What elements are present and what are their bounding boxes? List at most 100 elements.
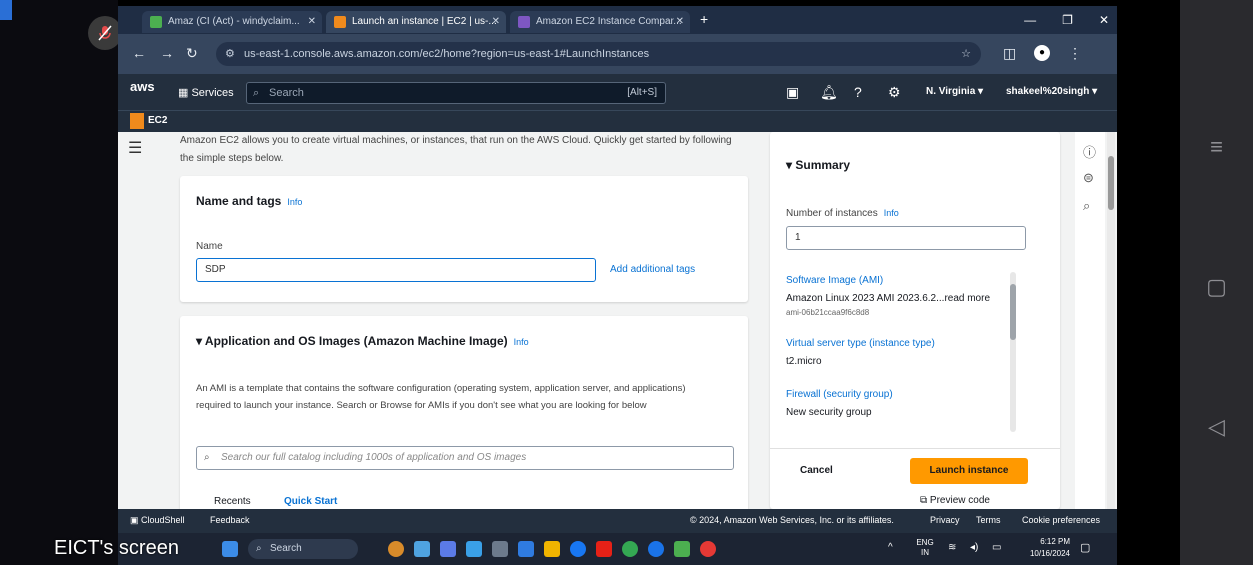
- app-icon[interactable]: [700, 541, 716, 557]
- software-image-link[interactable]: Software Image (AMI): [786, 275, 883, 286]
- chevron-up-icon[interactable]: ^: [888, 542, 893, 553]
- ami-panel: ▾ Application and OS Images (Amazon Mach…: [180, 316, 748, 509]
- summary-scrollbar[interactable]: [1010, 272, 1016, 432]
- firewall-link[interactable]: Firewall (security group): [786, 389, 893, 400]
- hamburger-icon[interactable]: ☰: [128, 138, 142, 158]
- extensions-icon[interactable]: ◫: [1003, 45, 1016, 62]
- info-circle-icon[interactable]: ⓘ: [1083, 142, 1096, 161]
- minimize-icon[interactable]: —: [1024, 13, 1036, 27]
- tab-recents[interactable]: Recents: [214, 496, 251, 507]
- tab-quick-start[interactable]: Quick Start: [284, 496, 337, 507]
- info-link[interactable]: Info: [884, 208, 899, 218]
- cancel-button[interactable]: Cancel: [800, 465, 833, 476]
- search-icon: ⌕: [253, 87, 260, 99]
- edge-icon[interactable]: [648, 541, 664, 557]
- volume-icon[interactable]: ◂): [970, 542, 978, 553]
- forward-arrow-icon[interactable]: →: [160, 45, 174, 61]
- tab-label: Amaz (CI (Act) - windyclaim...: [168, 16, 300, 27]
- terms-link[interactable]: Terms: [976, 515, 1001, 525]
- info-link[interactable]: Info: [287, 197, 302, 207]
- notification-icon[interactable]: ▢: [1080, 541, 1090, 554]
- url-field[interactable]: ⚙ us-east-1.console.aws.amazon.com/ec2/h…: [216, 42, 981, 66]
- kebab-menu-icon[interactable]: ⋮: [1068, 45, 1082, 62]
- clock-time: 6:12 PM: [1040, 537, 1070, 546]
- account-menu[interactable]: shakeel%20singh ▾: [1006, 86, 1097, 97]
- browser-tab-active[interactable]: Launch an instance | EC2 | us-... ✕: [326, 11, 506, 33]
- preview-code-button[interactable]: ⧉ Preview code: [920, 495, 990, 506]
- windows-start-icon[interactable]: [222, 541, 238, 557]
- tutorial-icon[interactable]: ⌕: [1083, 198, 1090, 214]
- shared-screen-label: EICT's screen: [54, 537, 179, 559]
- clock-date: 10/16/2024: [1029, 549, 1070, 558]
- ami-search-input[interactable]: ⌕ Search our full catalog including 1000…: [196, 446, 734, 470]
- phone-nav-bar: ≡ ▢ ◁: [1180, 0, 1253, 565]
- aws-logo[interactable]: aws: [130, 80, 155, 93]
- close-icon[interactable]: ✕: [308, 11, 316, 33]
- info-link[interactable]: Info: [514, 337, 529, 347]
- mail-icon[interactable]: [466, 541, 482, 557]
- cloudshell-link[interactable]: ▣ CloudShell: [130, 515, 185, 526]
- back-arrow-icon[interactable]: ←: [132, 45, 146, 61]
- close-icon[interactable]: ✕: [492, 11, 500, 33]
- chevron-down-icon[interactable]: ▾: [786, 158, 795, 172]
- menu-icon[interactable]: ≡: [1180, 134, 1253, 160]
- name-tags-panel: Name and tags Info Name SDP Add additiona…: [180, 176, 748, 302]
- back-icon[interactable]: ◁: [1180, 414, 1253, 440]
- copyright: © 2024, Amazon Web Services, Inc. or its…: [690, 515, 894, 525]
- browser-tab[interactable]: Amaz (CI (Act) - windyclaim... ✕: [142, 11, 322, 33]
- battery-icon[interactable]: ▭: [992, 542, 1001, 553]
- refresh-icon[interactable]: ⊜: [1083, 170, 1094, 186]
- feedback-link[interactable]: Feedback: [210, 515, 250, 525]
- instance-type-link[interactable]: Virtual server type (instance type): [786, 338, 935, 349]
- profile-icon[interactable]: ●: [1034, 45, 1050, 61]
- close-window-icon[interactable]: ✕: [1099, 13, 1109, 27]
- cookie-preferences-link[interactable]: Cookie preferences: [1022, 515, 1100, 525]
- ec2-service-label[interactable]: EC2: [148, 115, 167, 126]
- name-input[interactable]: SDP: [196, 258, 596, 282]
- tab-favicon-icon: [518, 16, 530, 28]
- browser-tab[interactable]: Amazon EC2 Instance Compar... ✕: [510, 11, 690, 33]
- wifi-icon[interactable]: ≋: [948, 542, 956, 553]
- grid-icon: ▦: [178, 87, 192, 99]
- site-info-icon[interactable]: ⚙: [225, 42, 235, 66]
- reload-icon[interactable]: ↻: [186, 45, 198, 62]
- file-explorer-icon[interactable]: [492, 541, 508, 557]
- close-icon[interactable]: ✕: [676, 11, 684, 33]
- privacy-link[interactable]: Privacy: [930, 515, 960, 525]
- app-icon[interactable]: [674, 541, 690, 557]
- chevron-down-icon[interactable]: ▾: [196, 334, 205, 348]
- page-scrollbar[interactable]: [1107, 132, 1115, 509]
- num-instances-input[interactable]: 1: [786, 226, 1026, 250]
- clock[interactable]: 6:12 PM 10/16/2024: [1018, 536, 1070, 560]
- bell-icon[interactable]: 🔔︎: [820, 84, 838, 101]
- new-tab-button[interactable]: +: [700, 11, 708, 27]
- facebook-icon[interactable]: [570, 541, 586, 557]
- bookmark-star-icon[interactable]: ☆: [961, 42, 971, 66]
- launch-instance-button[interactable]: Launch instance: [910, 458, 1028, 484]
- aws-search-input[interactable]: ⌕ Search [Alt+S]: [246, 82, 666, 104]
- tab-label: Launch an instance | EC2 | us-...: [352, 16, 497, 27]
- widgets-icon[interactable]: [388, 541, 404, 557]
- region-selector[interactable]: N. Virginia ▾: [926, 86, 983, 97]
- help-icon[interactable]: ?: [854, 84, 862, 100]
- folder-icon[interactable]: [544, 541, 560, 557]
- store-icon[interactable]: [518, 541, 534, 557]
- ami-id: ami-06b21ccaa9f6c8d8: [786, 308, 870, 317]
- aws-footer: ▣ CloudShell Feedback © 2024, Amazon Web…: [118, 509, 1117, 533]
- youtube-icon[interactable]: [596, 541, 612, 557]
- taskbar-search[interactable]: ⌕ Search: [248, 539, 358, 559]
- search-icon: ⌕: [256, 543, 262, 554]
- language-indicator[interactable]: ENG IN: [912, 538, 938, 558]
- teams-icon[interactable]: [440, 541, 456, 557]
- services-menu[interactable]: ▦ Services: [178, 86, 234, 99]
- home-icon[interactable]: ▢: [1180, 274, 1253, 300]
- gear-icon[interactable]: ⚙: [888, 84, 901, 101]
- add-tags-link[interactable]: Add additional tags: [610, 264, 695, 275]
- copilot-icon[interactable]: [414, 541, 430, 557]
- chrome-icon[interactable]: [622, 541, 638, 557]
- muted-mic-icon[interactable]: [88, 16, 122, 50]
- cloudshell-icon[interactable]: ▣: [786, 84, 799, 101]
- ec2-service-icon[interactable]: [130, 113, 144, 129]
- intro-text: Amazon EC2 allows you to create virtual …: [180, 135, 732, 164]
- maximize-icon[interactable]: ❐: [1062, 13, 1073, 27]
